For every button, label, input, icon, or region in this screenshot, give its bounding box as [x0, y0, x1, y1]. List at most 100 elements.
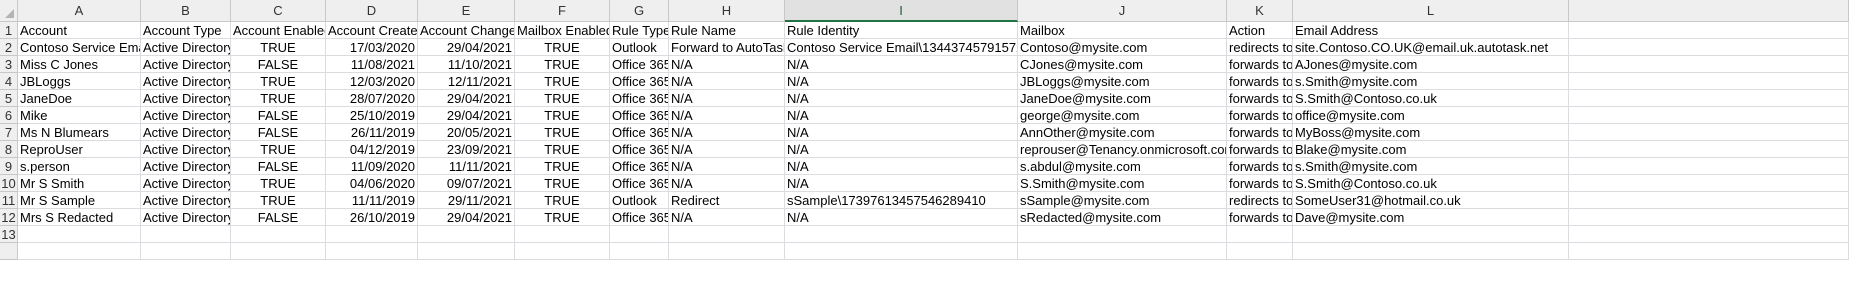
row-header-7[interactable]: 7: [0, 124, 18, 141]
column-header-i[interactable]: I: [785, 0, 1018, 22]
table-cell[interactable]: george@mysite.com: [1018, 107, 1227, 124]
table-cell[interactable]: Office 365: [610, 158, 669, 175]
table-cell[interactable]: TRUE: [231, 90, 326, 107]
header-cell-j[interactable]: Mailbox: [1018, 22, 1227, 39]
header-cell-f[interactable]: Mailbox Enabled: [515, 22, 610, 39]
table-cell[interactable]: Mr S Sample: [18, 192, 141, 209]
table-cell[interactable]: Office 365: [610, 175, 669, 192]
table-cell[interactable]: 25/10/2019: [326, 107, 418, 124]
table-cell[interactable]: 11/11/2019: [326, 192, 418, 209]
table-cell[interactable]: 04/06/2020: [326, 175, 418, 192]
table-cell[interactable]: [785, 243, 1018, 260]
table-cell[interactable]: [326, 243, 418, 260]
table-cell[interactable]: forwards to: [1227, 141, 1293, 158]
row-header-11[interactable]: 11: [0, 192, 18, 209]
table-cell[interactable]: JaneDoe@mysite.com: [1018, 90, 1227, 107]
header-cell-h[interactable]: Rule Name: [669, 22, 785, 39]
table-cell[interactable]: [1018, 226, 1227, 243]
table-cell[interactable]: s.abdul@mysite.com: [1018, 158, 1227, 175]
header-cell-c[interactable]: Account Enabled: [231, 22, 326, 39]
row-header-8[interactable]: 8: [0, 141, 18, 158]
table-cell[interactable]: [1569, 90, 1849, 107]
table-cell[interactable]: 28/07/2020: [326, 90, 418, 107]
table-cell[interactable]: Contoso@mysite.com: [1018, 39, 1227, 56]
table-cell[interactable]: N/A: [669, 175, 785, 192]
table-cell[interactable]: [1569, 243, 1849, 260]
table-cell[interactable]: [1569, 226, 1849, 243]
header-cell-l[interactable]: Email Address: [1293, 22, 1569, 39]
table-cell[interactable]: [785, 226, 1018, 243]
table-cell[interactable]: TRUE: [515, 107, 610, 124]
table-cell[interactable]: Active Directory: [141, 39, 231, 56]
table-cell[interactable]: TRUE: [231, 39, 326, 56]
table-cell[interactable]: AnnOther@mysite.com: [1018, 124, 1227, 141]
table-cell[interactable]: Mike: [18, 107, 141, 124]
table-cell[interactable]: [1569, 141, 1849, 158]
table-cell[interactable]: forwards to: [1227, 175, 1293, 192]
row-header-2[interactable]: 2: [0, 39, 18, 56]
table-cell[interactable]: [1569, 56, 1849, 73]
table-cell[interactable]: JaneDoe: [18, 90, 141, 107]
select-all-button[interactable]: [0, 0, 18, 22]
table-cell[interactable]: TRUE: [231, 175, 326, 192]
table-cell[interactable]: sSample@mysite.com: [1018, 192, 1227, 209]
table-cell[interactable]: CJones@mysite.com: [1018, 56, 1227, 73]
table-cell[interactable]: forwards to: [1227, 124, 1293, 141]
table-cell[interactable]: TRUE: [515, 73, 610, 90]
table-cell[interactable]: JBLoggs@mysite.com: [1018, 73, 1227, 90]
table-cell[interactable]: 11/09/2020: [326, 158, 418, 175]
table-cell[interactable]: forwards to: [1227, 73, 1293, 90]
row-header-12[interactable]: 12: [0, 209, 18, 226]
table-cell[interactable]: FALSE: [231, 158, 326, 175]
table-cell[interactable]: forwards to: [1227, 90, 1293, 107]
table-cell[interactable]: TRUE: [231, 141, 326, 158]
column-header-j[interactable]: J: [1018, 0, 1227, 22]
table-cell[interactable]: Active Directory: [141, 209, 231, 226]
table-cell[interactable]: [1569, 73, 1849, 90]
table-cell[interactable]: Redirect: [669, 192, 785, 209]
table-cell[interactable]: 29/04/2021: [418, 39, 515, 56]
table-cell[interactable]: TRUE: [515, 90, 610, 107]
table-cell[interactable]: Active Directory: [141, 56, 231, 73]
table-cell[interactable]: N/A: [669, 56, 785, 73]
table-cell[interactable]: [18, 243, 141, 260]
table-cell[interactable]: [1293, 243, 1569, 260]
table-cell[interactable]: SomeUser31@hotmail.co.uk: [1293, 192, 1569, 209]
table-cell[interactable]: N/A: [669, 158, 785, 175]
table-cell[interactable]: [1569, 192, 1849, 209]
table-cell[interactable]: 17/03/2020: [326, 39, 418, 56]
table-cell[interactable]: TRUE: [515, 158, 610, 175]
table-cell[interactable]: redirects to: [1227, 192, 1293, 209]
table-cell[interactable]: 11/08/2021: [326, 56, 418, 73]
table-cell[interactable]: S.Smith@Contoso.co.uk: [1293, 175, 1569, 192]
table-cell[interactable]: forwards to: [1227, 158, 1293, 175]
table-cell[interactable]: 29/04/2021: [418, 90, 515, 107]
table-cell[interactable]: Active Directory: [141, 124, 231, 141]
column-header-k[interactable]: K: [1227, 0, 1293, 22]
header-cell-b[interactable]: Account Type: [141, 22, 231, 39]
table-cell[interactable]: redirects to: [1227, 39, 1293, 56]
table-cell[interactable]: [141, 243, 231, 260]
table-cell[interactable]: [669, 226, 785, 243]
table-cell[interactable]: N/A: [785, 56, 1018, 73]
table-cell[interactable]: 29/04/2021: [418, 209, 515, 226]
row-header-14[interactable]: [0, 243, 18, 260]
table-cell[interactable]: N/A: [785, 175, 1018, 192]
table-cell[interactable]: forwards to: [1227, 56, 1293, 73]
table-cell[interactable]: Office 365: [610, 90, 669, 107]
table-cell[interactable]: [231, 243, 326, 260]
column-header-b[interactable]: B: [141, 0, 231, 22]
table-cell[interactable]: 26/11/2019: [326, 124, 418, 141]
table-cell[interactable]: 29/04/2021: [418, 107, 515, 124]
row-header-13[interactable]: 13: [0, 226, 18, 243]
table-cell[interactable]: TRUE: [515, 209, 610, 226]
column-header-e[interactable]: E: [418, 0, 515, 22]
table-cell[interactable]: [1018, 243, 1227, 260]
table-cell[interactable]: N/A: [785, 158, 1018, 175]
table-cell[interactable]: MyBoss@mysite.com: [1293, 124, 1569, 141]
table-cell[interactable]: [1227, 243, 1293, 260]
column-header-g[interactable]: G: [610, 0, 669, 22]
table-cell[interactable]: 09/07/2021: [418, 175, 515, 192]
table-cell[interactable]: s.Smith@mysite.com: [1293, 158, 1569, 175]
table-cell[interactable]: [418, 243, 515, 260]
